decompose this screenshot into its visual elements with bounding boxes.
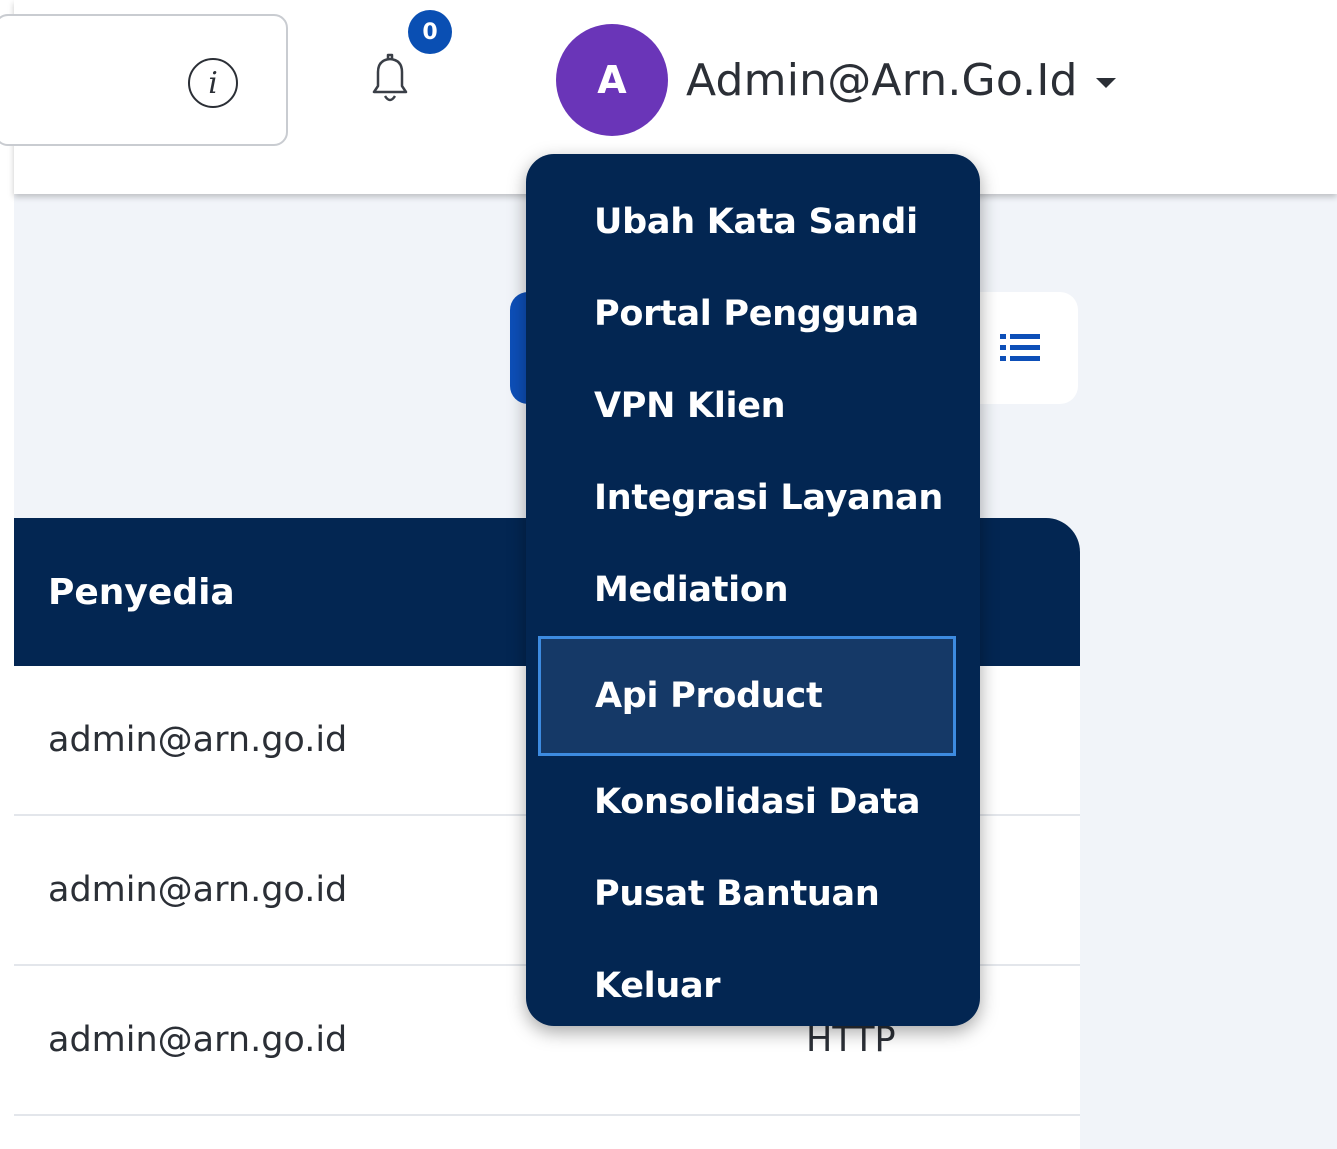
list-icon [1000,332,1042,364]
info-icon[interactable]: i [188,58,238,108]
menu-item-vpn-klien[interactable]: VPN Klien [526,360,980,452]
notification-count-badge: 0 [408,10,452,54]
menu-item-pusat-bantuan[interactable]: Pusat Bantuan [526,848,980,940]
column-header-penyedia[interactable]: Penyedia [14,572,235,613]
cell-penyedia: admin@arn.go.id [48,870,348,910]
cell-penyedia: admin@arn.go.id [48,720,348,760]
menu-item-mediation[interactable]: Mediation [526,544,980,636]
menu-item-integrasi-layanan[interactable]: Integrasi Layanan [526,452,980,544]
user-name: Admin@Arn.Go.Id [686,54,1078,106]
avatar: A [556,24,668,136]
menu-item-ubah-kata-sandi[interactable]: Ubah Kata Sandi [526,176,980,268]
bell-icon[interactable] [358,46,422,110]
menu-item-portal-pengguna[interactable]: Portal Pengguna [526,268,980,360]
user-dropdown-menu: Ubah Kata Sandi Portal Pengguna VPN Klie… [526,154,980,1026]
search-input[interactable]: i [0,14,288,146]
menu-item-konsolidasi-data[interactable]: Konsolidasi Data [526,756,980,848]
user-menu-toggle[interactable]: A Admin@Arn.Go.Id [556,24,1116,136]
caret-down-icon [1095,78,1116,88]
menu-item-api-product[interactable]: Api Product [538,636,956,756]
menu-item-keluar[interactable]: Keluar [526,940,980,1032]
cell-penyedia: admin@arn.go.id [48,1020,348,1060]
